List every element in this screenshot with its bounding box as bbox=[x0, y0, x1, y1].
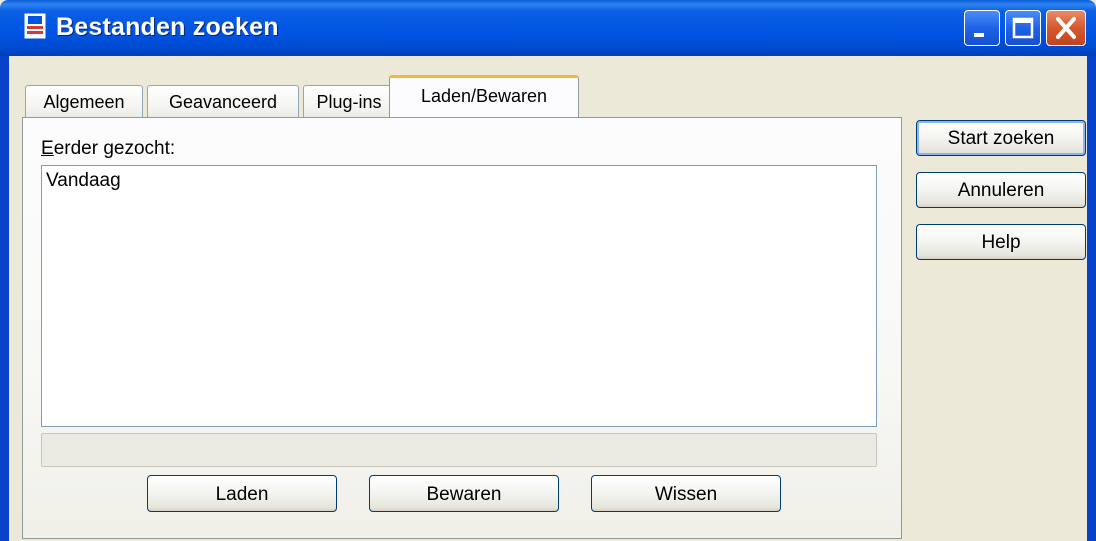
label-text: erder gezocht: bbox=[53, 138, 176, 159]
floppy-disk-icon bbox=[24, 13, 46, 39]
window-frame-right bbox=[1087, 56, 1096, 541]
window-title: Bestanden zoeken bbox=[56, 13, 279, 41]
start-search-button[interactable]: Start zoeken bbox=[916, 120, 1086, 156]
minimize-icon bbox=[974, 33, 984, 37]
status-field bbox=[41, 433, 877, 467]
clear-button[interactable]: Wissen bbox=[591, 475, 781, 512]
tab-laden-bewaren[interactable]: Laden/Bewaren bbox=[389, 75, 579, 117]
dialog-content: Algemeen Geavanceerd Plug-ins Laden/Bewa… bbox=[9, 56, 1087, 541]
tab-plug-ins[interactable]: Plug-ins bbox=[303, 85, 395, 119]
tab-panel-laden-bewaren: Eerder gezocht: Vandaag Laden Bewaren Wi… bbox=[22, 117, 902, 539]
title-bar[interactable]: Bestanden zoeken bbox=[0, 0, 1096, 56]
close-icon bbox=[1056, 17, 1076, 39]
tab-geavanceerd[interactable]: Geavanceerd bbox=[147, 85, 299, 119]
previous-searches-label: Eerder gezocht: bbox=[41, 138, 175, 160]
minimize-button[interactable] bbox=[964, 10, 1000, 46]
label-mnemonic: E bbox=[41, 138, 54, 159]
cancel-button[interactable]: Annuleren bbox=[916, 172, 1086, 208]
maximize-button[interactable] bbox=[1005, 10, 1041, 46]
list-item[interactable]: Vandaag bbox=[46, 170, 121, 192]
window-frame-left bbox=[0, 56, 9, 541]
previous-searches-list[interactable]: Vandaag bbox=[41, 165, 877, 427]
save-button[interactable]: Bewaren bbox=[369, 475, 559, 512]
help-button[interactable]: Help bbox=[916, 224, 1086, 260]
load-button[interactable]: Laden bbox=[147, 475, 337, 512]
tab-algemeen[interactable]: Algemeen bbox=[25, 85, 143, 119]
close-button[interactable] bbox=[1046, 10, 1086, 46]
